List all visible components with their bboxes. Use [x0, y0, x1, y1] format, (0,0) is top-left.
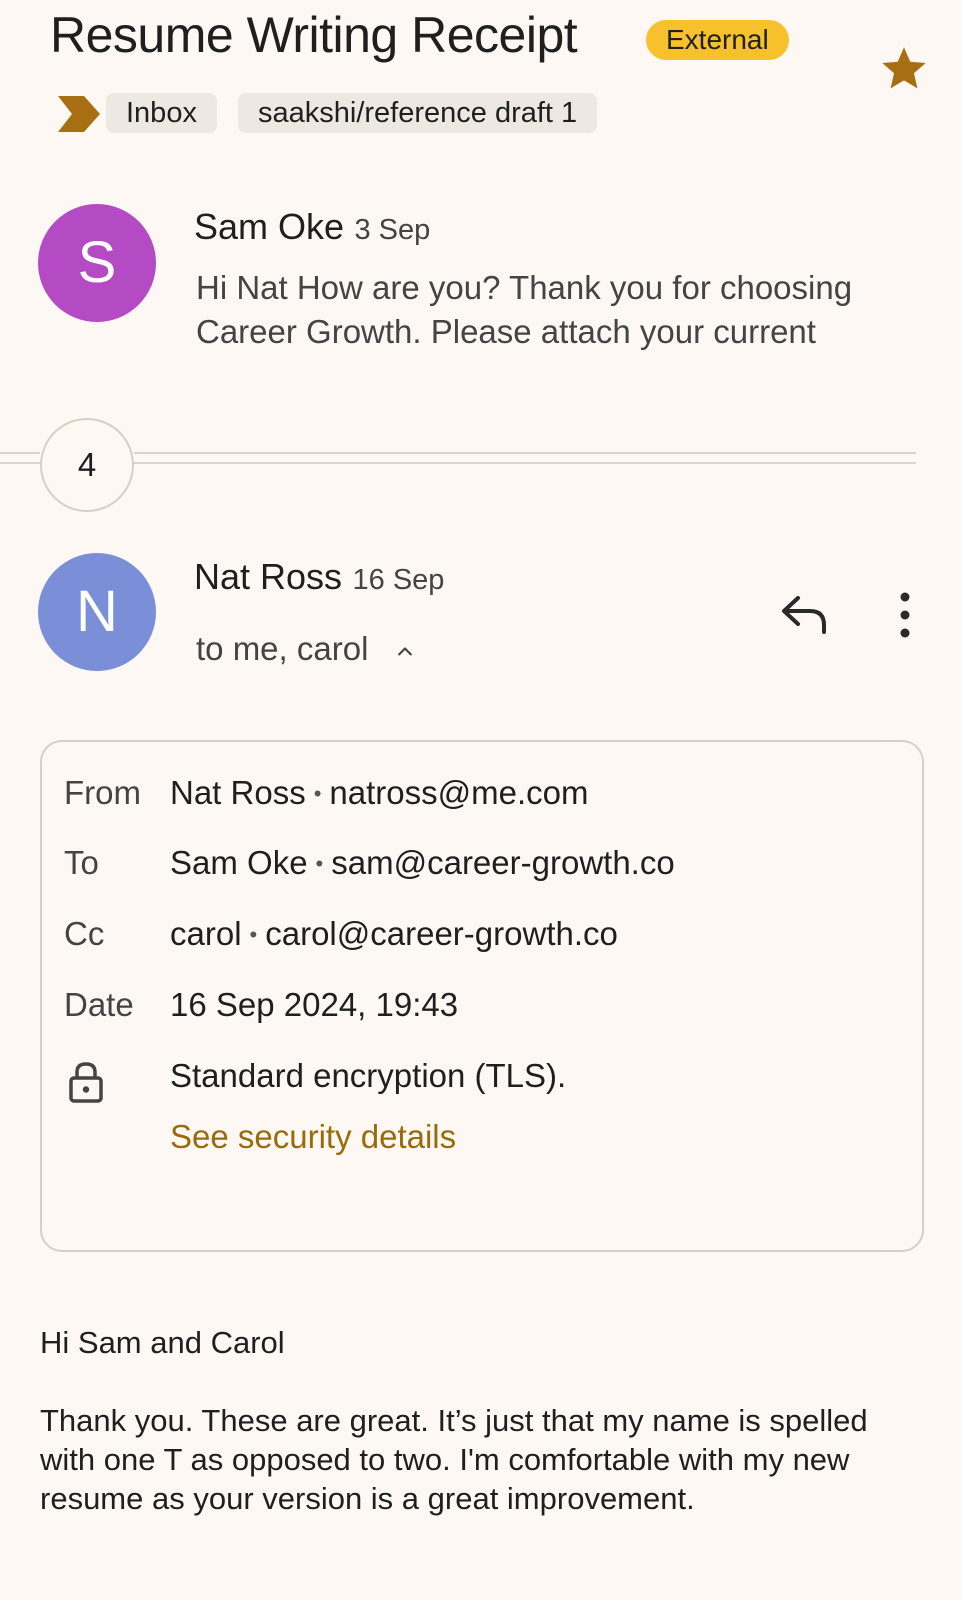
from-name: Nat Ross	[170, 774, 306, 811]
sender-name: Sam Oke	[194, 206, 345, 247]
lock-icon	[69, 1062, 103, 1103]
label-arrow-icon	[58, 96, 100, 132]
separator-dot: •	[313, 781, 322, 806]
divider	[0, 452, 40, 454]
message-header: Nat Ross 16 Sep	[194, 556, 444, 598]
recipients-toggle[interactable]: to me, carol	[196, 630, 418, 668]
cc-value: carol • carol@career-growth.co	[170, 915, 618, 953]
message-date: 3 Sep	[354, 214, 431, 246]
message-greeting: Hi Sam and Carol	[40, 1325, 285, 1360]
star-icon[interactable]	[878, 42, 930, 94]
chevron-up-icon	[397, 647, 412, 656]
message-snippet[interactable]: Hi Nat How are you? Thank you for choosi…	[196, 266, 916, 354]
message-date: 16 Sep	[352, 564, 445, 596]
from-email[interactable]: natross@me.com	[329, 774, 588, 811]
date-value: 16 Sep 2024, 19:43	[170, 986, 459, 1023]
to-email[interactable]: sam@career-growth.co	[331, 844, 674, 881]
to-value: Sam Oke • sam@career-growth.co	[170, 844, 675, 882]
separator-dot: •	[249, 922, 258, 947]
divider	[134, 462, 916, 464]
separator-dot: •	[315, 851, 324, 876]
thread-subject: Resume Writing Receipt	[50, 7, 578, 63]
reply-icon[interactable]	[780, 592, 830, 638]
message-body: Thank you. These are great. It’s just th…	[40, 1403, 868, 1516]
avatar: N	[38, 553, 156, 671]
date-label: Date	[64, 986, 134, 1023]
recipients-summary: to me, carol	[196, 630, 369, 667]
from-label: From	[64, 774, 141, 811]
from-value: Nat Ross • natross@me.com	[170, 774, 589, 812]
divider	[134, 452, 916, 454]
encryption-status: Standard encryption (TLS).	[170, 1057, 567, 1094]
security-details-link[interactable]: See security details	[170, 1118, 456, 1156]
avatar: S	[38, 204, 156, 322]
to-label: To	[64, 844, 99, 881]
to-name: Sam Oke	[170, 844, 308, 881]
message-header[interactable]: Sam Oke 3 Sep	[194, 206, 430, 248]
label-chip-reference-draft[interactable]: saakshi/reference draft 1	[238, 93, 598, 133]
external-badge: External	[646, 20, 789, 60]
more-vert-icon[interactable]	[890, 590, 920, 640]
cc-email[interactable]: carol@career-growth.co	[265, 915, 618, 952]
cc-name: carol	[170, 915, 242, 952]
label-chip-inbox[interactable]: Inbox	[106, 93, 217, 133]
cc-label: Cc	[64, 915, 105, 952]
divider	[0, 462, 40, 464]
collapsed-messages-count[interactable]: 4	[40, 418, 134, 512]
sender-name: Nat Ross	[194, 556, 343, 597]
